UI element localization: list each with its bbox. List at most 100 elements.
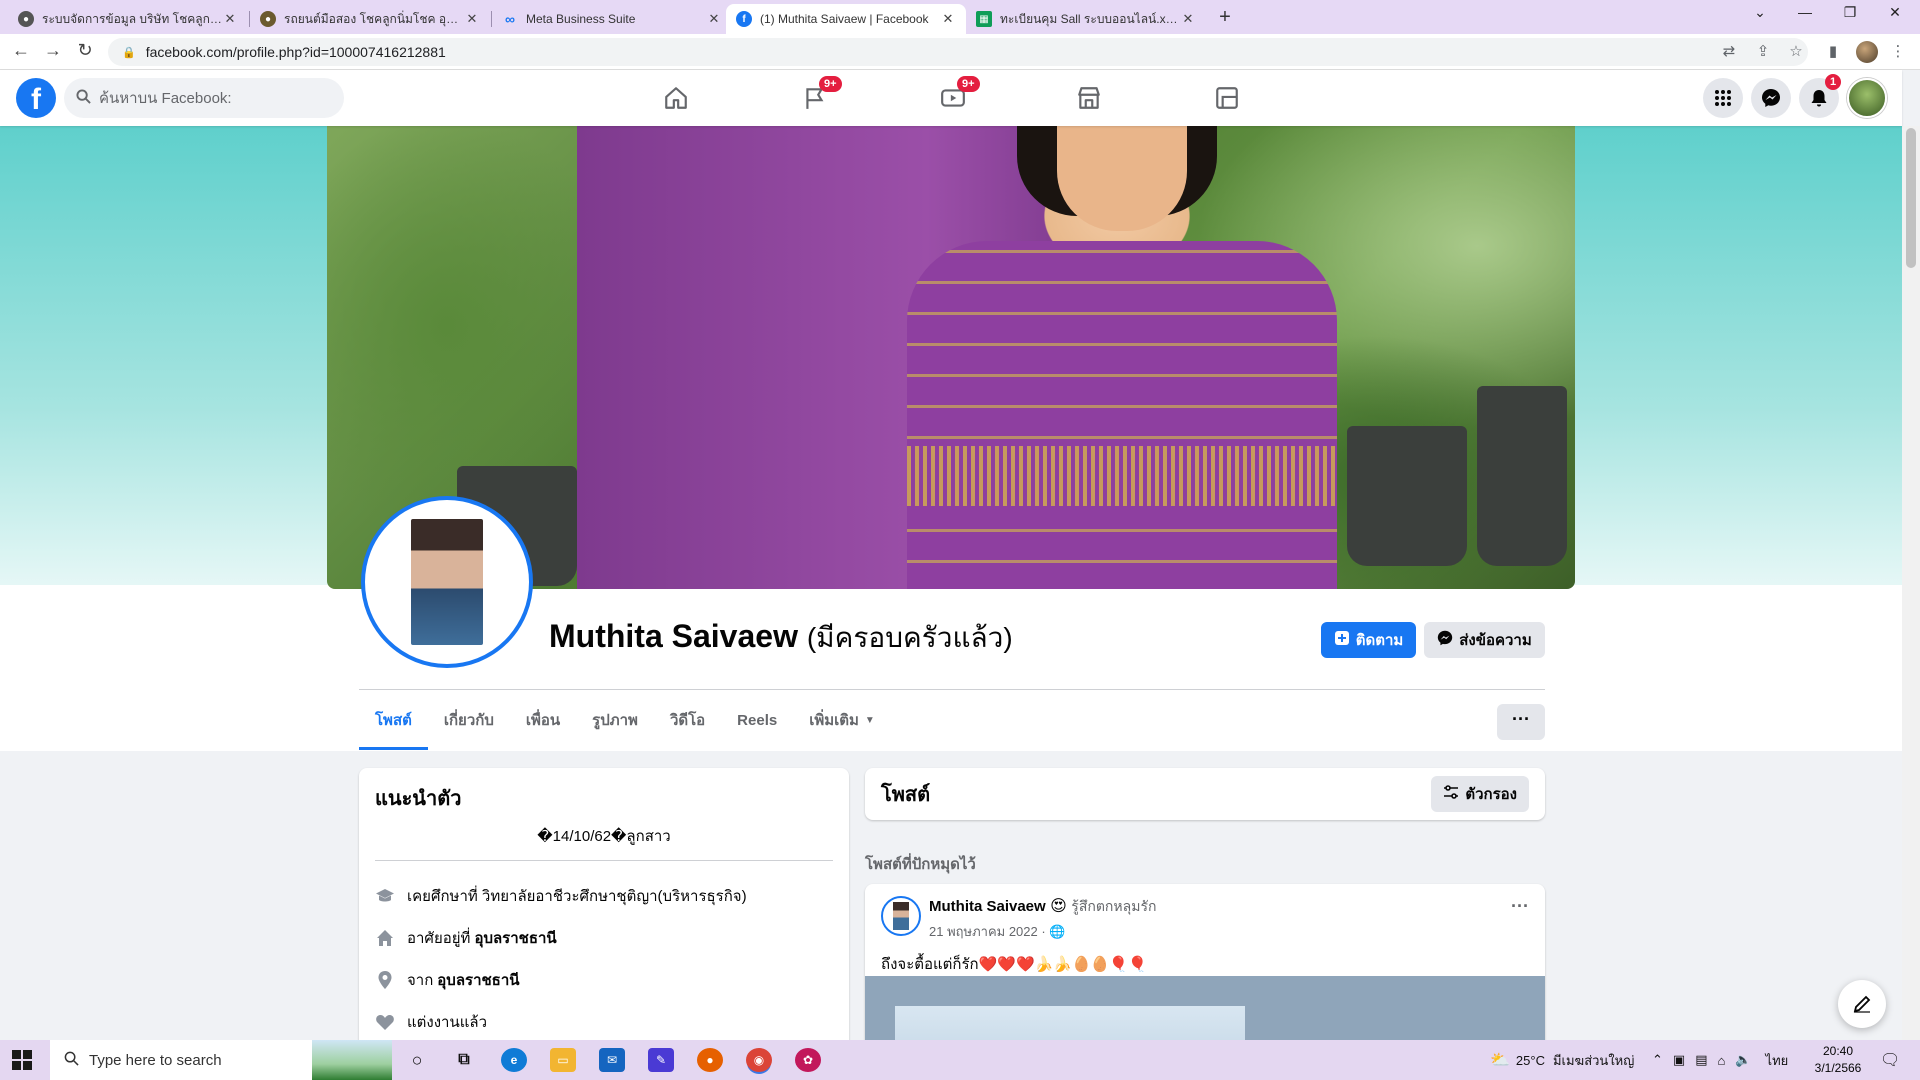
chrome-profile-avatar[interactable]: [1856, 41, 1878, 63]
windows-start-icon[interactable]: [12, 1050, 32, 1070]
search-highlight-image: [312, 1040, 392, 1080]
chevron-up-icon[interactable]: ⌃: [1652, 1052, 1663, 1068]
file-explorer-icon[interactable]: ▭: [550, 1048, 576, 1072]
post-options-icon[interactable]: ···: [1511, 896, 1529, 917]
browser-tab-active[interactable]: f (1) Muthita Saivaew | Facebook ✕: [726, 4, 966, 34]
post-date[interactable]: 21 พฤษภาคม 2022 ·: [929, 924, 1046, 939]
messenger-button[interactable]: [1751, 78, 1791, 118]
intro-from: จาก อุบลราชธานี: [375, 959, 833, 1001]
weather-widget[interactable]: ⛅ 25°C มีเมฆส่วนใหญ่: [1490, 1040, 1634, 1080]
tab-label: รูปภาพ: [592, 712, 638, 729]
back-icon[interactable]: ←: [9, 40, 33, 61]
close-tab-icon[interactable]: ✕: [706, 11, 722, 27]
message-button[interactable]: ส่งข้อความ: [1424, 622, 1545, 658]
display-icon[interactable]: ▤: [1695, 1052, 1707, 1068]
follow-label: ติดตาม: [1355, 632, 1404, 649]
network-icon[interactable]: ⌂: [1718, 1053, 1726, 1068]
tab-reels[interactable]: Reels: [721, 690, 793, 750]
address-bar[interactable]: 🔒 facebook.com/profile.php?id=1000074162…: [108, 38, 1808, 66]
share-icon[interactable]: ⇪: [1752, 42, 1774, 60]
tab-search-icon[interactable]: ⌄: [1748, 4, 1772, 21]
clock-date: 3/1/2566: [1814, 1061, 1862, 1075]
nav-pages[interactable]: 9+: [795, 76, 842, 114]
new-tab-button[interactable]: +: [1213, 6, 1237, 29]
tab-friends[interactable]: เพื่อน: [510, 690, 576, 750]
scrollbar-thumb[interactable]: [1906, 128, 1916, 268]
taskbar-search-placeholder: Type here to search: [89, 1051, 222, 1069]
notification-center-icon[interactable]: 🗨: [1880, 1040, 1900, 1080]
bookmark-star-icon[interactable]: ☆: [1785, 42, 1807, 60]
restore-icon[interactable]: ❐: [1838, 4, 1862, 21]
reload-icon[interactable]: ↻: [73, 40, 97, 61]
close-tab-icon[interactable]: ✕: [222, 11, 238, 27]
input-language[interactable]: ไทย: [1766, 1050, 1789, 1071]
from-value[interactable]: อุบลราชธานี: [437, 968, 519, 992]
nav-marketplace[interactable]: [1069, 82, 1109, 114]
close-tab-icon[interactable]: ✕: [464, 11, 480, 27]
chrome-icon[interactable]: ◉: [746, 1048, 772, 1072]
message-label: ส่งข้อความ: [1459, 632, 1532, 649]
browser-tab[interactable]: ▦ ทะเบียนคุม Sall ระบบออนไลน์.xlsx - Goo…: [966, 4, 1206, 34]
more-options-button[interactable]: ···: [1497, 704, 1545, 740]
account-avatar[interactable]: [1847, 78, 1887, 118]
facebook-search[interactable]: ค้นหาบน Facebook:: [64, 78, 344, 118]
tab-more[interactable]: เพิ่มเติม ▼: [793, 690, 891, 750]
tab-title: Meta Business Suite: [526, 12, 636, 26]
close-tab-icon[interactable]: ✕: [1180, 11, 1196, 27]
tab-title: (1) Muthita Saivaew | Facebook: [760, 12, 929, 26]
windows-taskbar: Type here to search ○ ⧉ e ▭ ✉ ✎ ● ◉ ✿ ⛅ …: [0, 1040, 1920, 1080]
translate-icon[interactable]: ⇄: [1718, 42, 1740, 60]
volume-icon[interactable]: 🔈: [1735, 1052, 1751, 1068]
messenger-icon: [1762, 89, 1780, 107]
app-icon[interactable]: ✿: [795, 1048, 821, 1072]
notifications-button[interactable]: 1: [1799, 74, 1842, 118]
minimize-icon[interactable]: —: [1793, 4, 1817, 20]
forward-icon[interactable]: →: [41, 40, 65, 61]
follow-button[interactable]: ติดตาม: [1321, 622, 1416, 658]
tab-about[interactable]: เกี่ยวกับ: [428, 690, 510, 750]
facebook-logo[interactable]: f: [16, 78, 56, 118]
profile-picture[interactable]: [361, 496, 533, 668]
cortana-icon[interactable]: ○: [404, 1048, 430, 1072]
post-author-avatar[interactable]: [881, 896, 921, 936]
tab-videos[interactable]: วิดีโอ: [654, 690, 721, 750]
nav-home[interactable]: [656, 82, 696, 114]
pen-app-icon[interactable]: ✎: [648, 1048, 674, 1072]
post-author-name[interactable]: Muthita Saivaew: [929, 898, 1046, 915]
nav-gaming[interactable]: [1207, 82, 1247, 114]
cover-sash-shape: [907, 446, 1337, 506]
task-view-icon[interactable]: ⧉: [451, 1048, 477, 1072]
profile-picture-image: [411, 519, 483, 645]
intro-education: เคยศึกษาที่ วิทยาลัยอาชีวะศึกษาชุติญา(บร…: [375, 875, 833, 917]
menu-button[interactable]: [1703, 78, 1743, 118]
side-panel-icon[interactable]: ▮: [1822, 42, 1844, 60]
tab-label: Reels: [737, 711, 778, 729]
bell-icon: [1811, 90, 1827, 107]
cover-photo[interactable]: [327, 126, 1575, 589]
meet-icon[interactable]: ▣: [1673, 1052, 1685, 1068]
tab-posts[interactable]: โพสต์: [359, 690, 428, 750]
browser-tab[interactable]: ● รถยนต์มือสอง โชคลูกนิ่มโชค อุดรธานี ✕: [250, 4, 490, 34]
tab-photos[interactable]: รูปภาพ: [576, 690, 654, 750]
browser-tab[interactable]: ● ระบบจัดการข้อมูล บริษัท โชคลูกนิ่มโชค …: [8, 4, 248, 34]
browser-tab[interactable]: ∞ Meta Business Suite ✕: [492, 4, 732, 34]
page-scrollbar[interactable]: [1902, 126, 1920, 1040]
close-window-icon[interactable]: ✕: [1883, 4, 1907, 21]
edge-icon[interactable]: e: [501, 1048, 527, 1072]
taskbar-search[interactable]: Type here to search: [50, 1040, 392, 1080]
firefox-icon[interactable]: ●: [697, 1048, 723, 1072]
site-icon: ●: [260, 11, 276, 27]
cover-pot-shape: [1347, 426, 1467, 566]
taskbar-clock[interactable]: 20:40 3/1/2566: [1808, 1043, 1868, 1077]
close-tab-icon[interactable]: ✕: [940, 11, 956, 27]
lives-value[interactable]: อุบลราชธานี: [474, 926, 556, 950]
lock-icon[interactable]: 🔒: [122, 46, 136, 59]
mail-icon[interactable]: ✉: [599, 1048, 625, 1072]
nav-watch[interactable]: 9+: [933, 76, 980, 114]
gaming-icon: [1216, 87, 1238, 109]
new-message-button[interactable]: [1838, 980, 1886, 1028]
chrome-menu-icon[interactable]: ⋮: [1887, 42, 1909, 60]
feeling-emoji-icon: 😍: [1050, 898, 1067, 915]
filter-button[interactable]: ตัวกรอง: [1431, 776, 1529, 812]
globe-icon: ●: [18, 11, 34, 27]
